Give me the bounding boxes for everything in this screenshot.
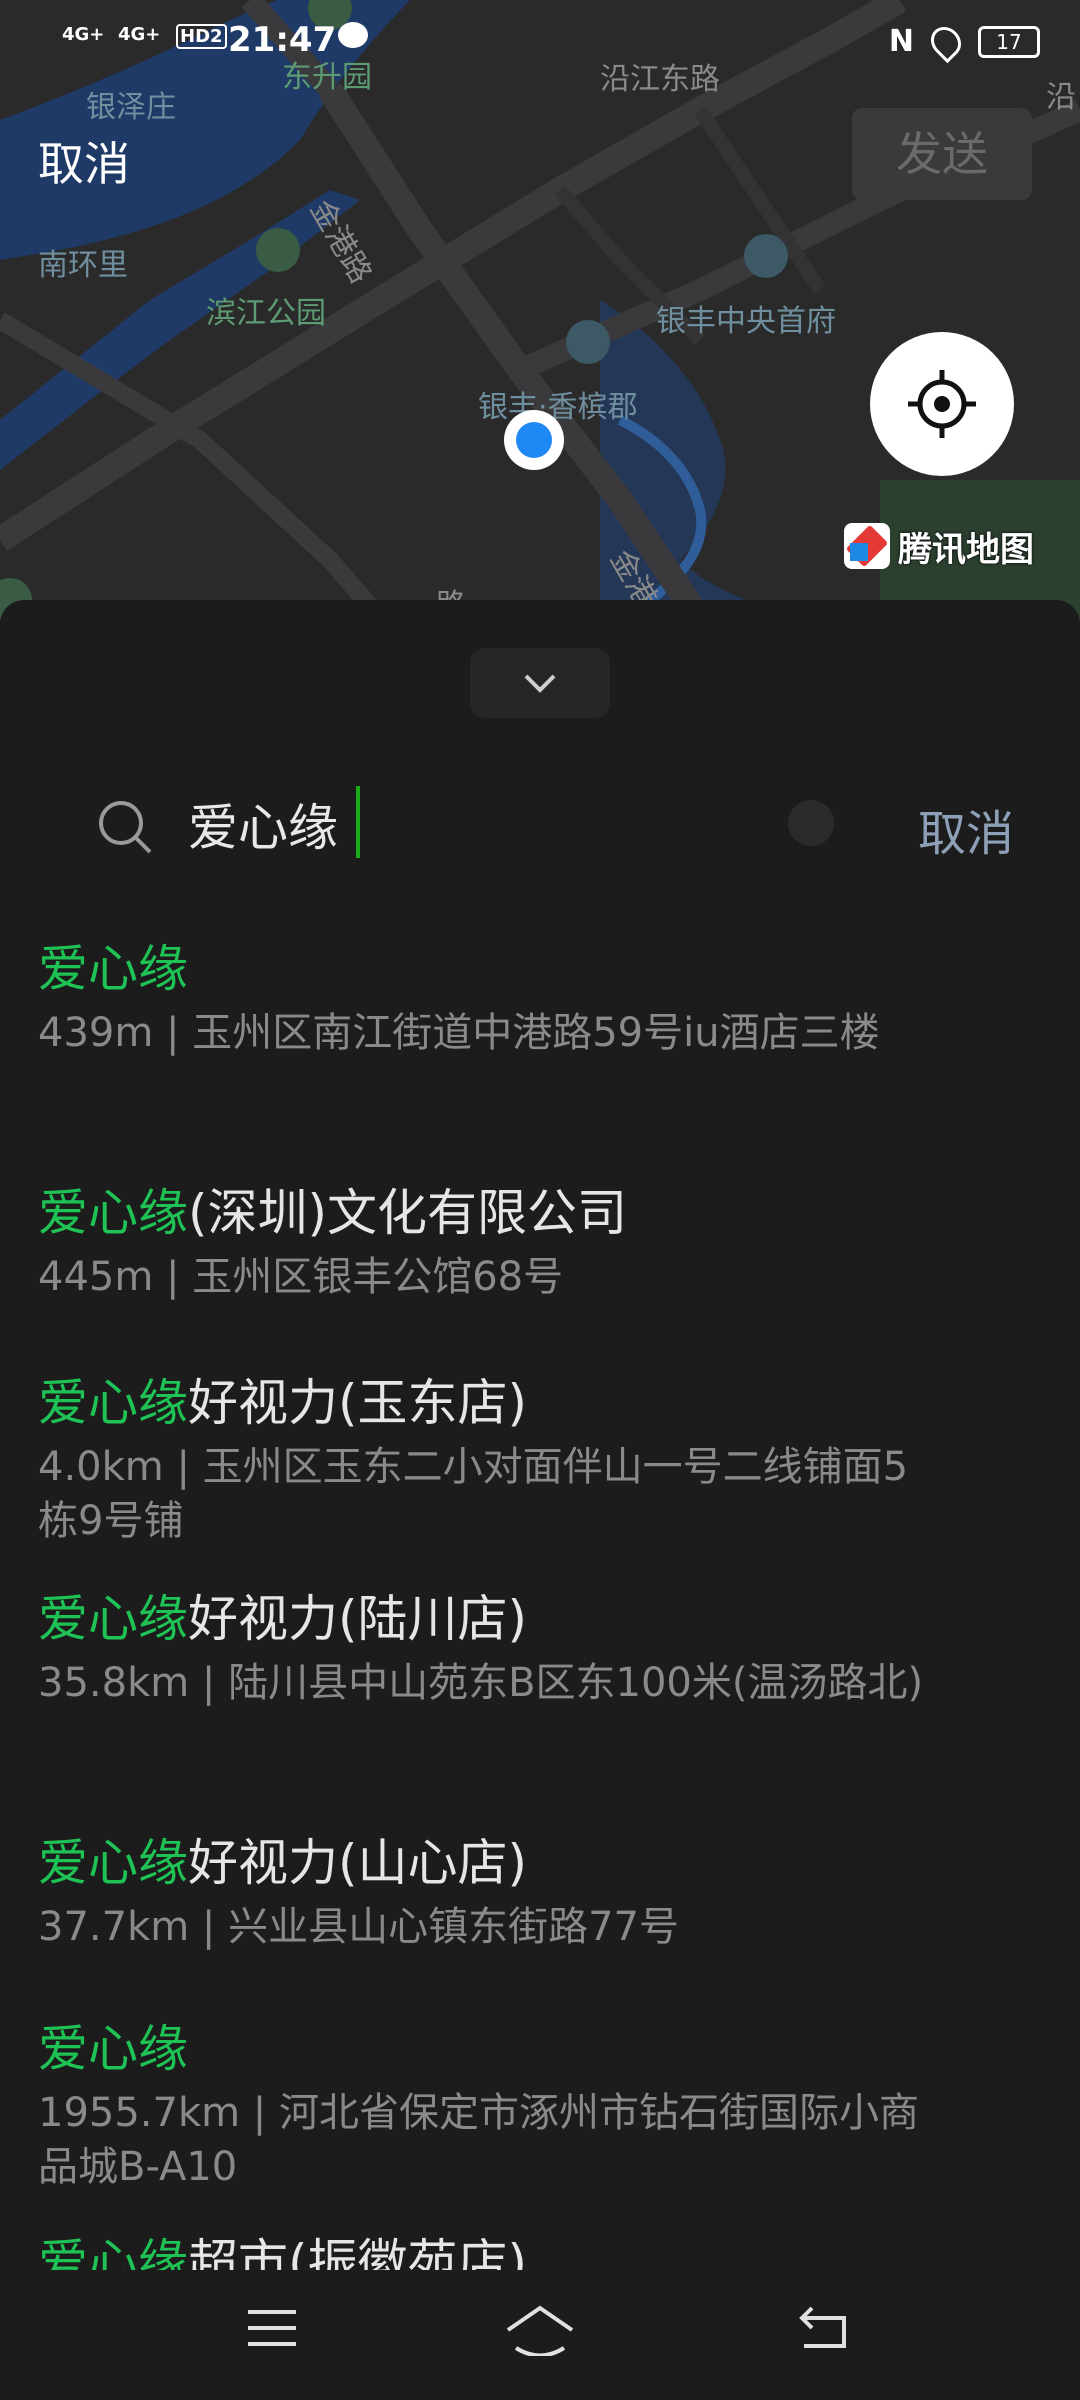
result-highlight: 爱心缘 [38,1184,188,1242]
result-item[interactable]: 爱心缘 439m | 玉州区南江街道中港路59号iu酒店三楼 [38,936,1038,1060]
result-name: 好视力(陆川店) [188,1590,528,1648]
result-title: 爱心缘好视力(山心店) [38,1830,1038,1896]
menu-icon[interactable] [244,2300,300,2356]
map-provider-logo: 腾讯地图 [844,520,1034,572]
result-address: 4.0km | 玉州区玉东二小对面伴山一号二线铺面5栋9号铺 [38,1444,909,1544]
cancel-button[interactable]: 取消 [38,128,130,194]
send-button[interactable]: 发送 [852,108,1032,200]
search-icon [99,801,152,854]
status-right: Ν 17 [888,20,1040,63]
result-address: 445m | 玉州区银丰公馆68号 [38,1254,564,1300]
result-item[interactable]: 爱心缘好视力(玉东店) 4.0km | 玉州区玉东二小对面伴山一号二线铺面5栋9… [38,1370,1038,1548]
chevron-down-icon [524,674,556,693]
map-provider-label: 腾讯地图 [898,529,1034,570]
status-bar: 4G+ 4G+ HD2 21:47 Ν 17 [0,18,1080,68]
result-name: 好视力(玉东店) [188,1374,528,1432]
result-highlight: 爱心缘 [38,940,188,998]
result-title: 爱心缘(深圳)文化有限公司 [38,1180,1038,1246]
map-label: 银丰中央首府 [656,304,836,339]
collapse-sheet-button[interactable] [470,648,610,718]
result-address: 35.8km | 陆川县中山苑东B区东100米(温汤路北) [38,1660,924,1706]
map-label: 南环里 [38,248,128,283]
nfc-icon: Ν [888,24,914,59]
result-address: 37.7km | 兴业县山心镇东街路77号 [38,1904,679,1950]
wechat-icon [338,22,368,48]
result-item[interactable]: 爱心缘好视力(陆川店) 35.8km | 陆川县中山苑东B区东100米(温汤路北… [38,1586,1038,1710]
hd-icon: HD2 [176,24,227,49]
signal-icon: 4G+ [62,24,105,45]
result-item[interactable]: 爱心缘(深圳)文化有限公司 445m | 玉州区银丰公馆68号 [38,1180,1038,1304]
result-item[interactable]: 爱心缘好视力(山心店) 37.7km | 兴业县山心镇东街路77号 [38,1830,1038,1954]
system-nav-bar [0,2270,1080,2400]
result-highlight: 爱心缘 [38,1834,188,1892]
clear-icon[interactable] [788,800,834,846]
location-icon [924,20,968,63]
result-address: 439m | 玉州区南江街道中港路59号iu酒店三楼 [38,1010,880,1056]
result-name: 好视力(山心店) [188,1834,528,1892]
map-label: 沿 [1046,80,1076,115]
result-item[interactable]: 爱心缘 1955.7km | 河北省保定市涿州市钻石街国际小商品城B-A10 [38,2016,1038,2194]
search-sheet: 爱心缘 取消 爱心缘 439m | 玉州区南江街道中港路59号iu酒店三楼 爱心… [0,600,1080,2400]
map-view[interactable]: 沿江东路 银泽庄 东升园 南环里 金港路 滨江公园 银丰中央首府 银丰·香槟郡 … [0,0,1080,640]
result-highlight: 爱心缘 [38,1590,188,1648]
clock: 21:47 [228,20,337,60]
result-title: 爱心缘好视力(陆川店) [38,1586,1038,1652]
battery-icon: 17 [978,25,1040,58]
back-icon[interactable] [796,2300,852,2356]
user-location-dot [504,410,564,470]
search-input[interactable]: 爱心缘 [188,788,338,860]
result-title: 爱心缘 [38,2016,1038,2082]
signal-icon: 4G+ [118,24,161,45]
map-label: 滨江公园 [206,296,326,331]
map-label: 银丰·香槟郡 [478,390,638,425]
map-label: 银泽庄 [86,90,176,125]
crosshair-icon [908,370,976,438]
search-bar: 爱心缘 取消 [0,770,1080,880]
result-highlight: 爱心缘 [38,2020,188,2078]
tencent-map-icon [844,523,890,569]
result-title: 爱心缘好视力(玉东店) [38,1370,1038,1436]
result-title: 爱心缘 [38,936,1038,1002]
result-name: (深圳)文化有限公司 [188,1184,628,1242]
text-caret [356,786,360,858]
search-cancel-button[interactable]: 取消 [918,794,1014,864]
locate-me-button[interactable] [870,332,1014,476]
result-highlight: 爱心缘 [38,1374,188,1432]
home-icon[interactable] [504,2300,576,2356]
result-address: 1955.7km | 河北省保定市涿州市钻石街国际小商品城B-A10 [38,2090,919,2190]
